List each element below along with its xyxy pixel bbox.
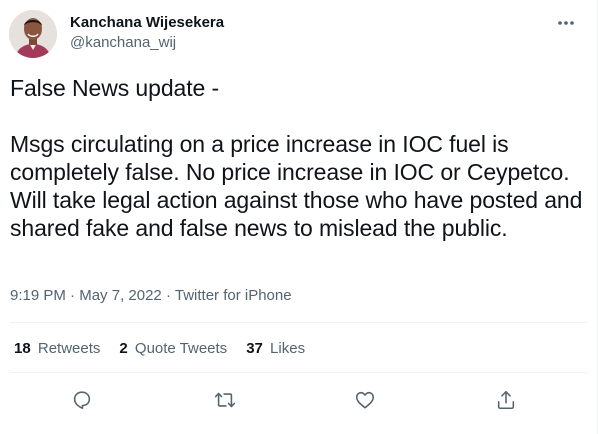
quote-tweets-stat[interactable]: 2 Quote Tweets <box>119 339 227 359</box>
retweets-count: 18 <box>14 340 31 357</box>
tweet-card: Kanchana Wijesekera @kanchana_wij False … <box>0 0 598 434</box>
tweet-stats: 18 Retweets 2 Quote Tweets 37 Likes <box>14 339 324 359</box>
tweet-date[interactable]: May 7, 2022 <box>79 287 162 304</box>
likes-label: Likes <box>270 340 306 357</box>
divider <box>10 322 588 323</box>
divider <box>10 372 588 373</box>
meta-separator: · <box>165 287 171 304</box>
share-button[interactable] <box>492 386 520 414</box>
tweet-actions <box>0 386 598 414</box>
quote-tweets-label: Quote Tweets <box>134 340 228 357</box>
reply-button[interactable] <box>68 386 96 414</box>
likes-stat[interactable]: 37 Likes <box>246 339 305 359</box>
author-name[interactable]: Kanchana Wijesekera <box>70 13 224 33</box>
tweet-meta: 9:19 PM · May 7, 2022 · Twitter for iPho… <box>10 286 292 306</box>
meta-separator: · <box>70 287 76 304</box>
author-handle[interactable]: @kanchana_wij <box>70 33 176 53</box>
tweet-time[interactable]: 9:19 PM <box>10 287 66 304</box>
more-options-button[interactable] <box>551 10 581 36</box>
retweets-stat[interactable]: 18 Retweets <box>14 339 100 359</box>
retweets-label: Retweets <box>37 340 101 357</box>
quote-tweets-count: 2 <box>119 340 128 357</box>
likes-count: 37 <box>246 340 263 357</box>
tweet-source[interactable]: Twitter for iPhone <box>175 287 292 304</box>
share-icon <box>497 390 515 410</box>
avatar[interactable] <box>9 10 57 58</box>
tweet-text: False News update - Msgs circulating on … <box>10 75 583 241</box>
avatar-photo <box>9 10 57 58</box>
more-horizontal-icon <box>558 21 574 25</box>
like-button[interactable] <box>351 386 379 414</box>
retweet-icon <box>214 392 236 408</box>
retweet-button[interactable] <box>211 386 239 414</box>
reply-icon <box>73 391 91 410</box>
heart-icon <box>355 391 375 409</box>
